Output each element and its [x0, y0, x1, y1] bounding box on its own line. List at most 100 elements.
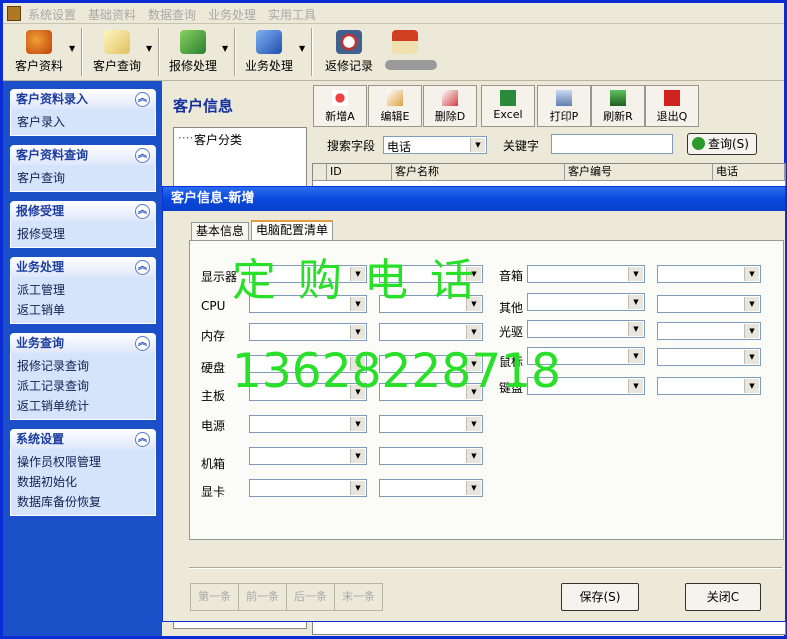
- tab-pc-config[interactable]: 电脑配置清单: [251, 220, 334, 241]
- grid-header-name[interactable]: 客户名称: [392, 164, 565, 181]
- chevron-down-icon[interactable]: ▼: [744, 267, 759, 281]
- sidebar-item-dispatch[interactable]: 派工管理: [17, 280, 155, 300]
- edit-button[interactable]: 编辑E: [368, 85, 422, 127]
- grid-header-phone[interactable]: 电话: [713, 164, 785, 181]
- motherboard-select-2[interactable]: ▼: [379, 383, 483, 401]
- grid-header-id[interactable]: ID: [327, 164, 392, 181]
- close-button[interactable]: 关闭C: [685, 583, 761, 611]
- optical-select-2[interactable]: ▼: [657, 322, 761, 340]
- psu-select-2[interactable]: ▼: [379, 415, 483, 433]
- collapse-icon[interactable]: ︽: [135, 148, 150, 163]
- chevron-down-icon[interactable]: ▼: [466, 357, 481, 371]
- chevron-down-icon[interactable]: ▼: [350, 417, 365, 431]
- refresh-button[interactable]: 刷新R: [591, 85, 645, 127]
- menu-data-query[interactable]: 数据查询: [148, 6, 196, 23]
- chevron-down-icon[interactable]: ▼: [744, 379, 759, 393]
- chevron-down-icon[interactable]: ▼: [466, 385, 481, 399]
- cpu-select-1[interactable]: ▼: [249, 295, 367, 313]
- collapse-icon[interactable]: ︽: [135, 260, 150, 275]
- chevron-down-icon[interactable]: ▼: [466, 481, 481, 495]
- chevron-down-icon[interactable]: ▼: [350, 267, 365, 281]
- panel-header[interactable]: 系统设置 ︽: [10, 429, 156, 449]
- collapse-icon[interactable]: ︽: [135, 92, 150, 107]
- chevron-down-icon[interactable]: ▼: [628, 322, 643, 336]
- chevron-down-icon[interactable]: ▼: [466, 449, 481, 463]
- menu-basic-data[interactable]: 基础资料: [88, 6, 136, 23]
- query-button[interactable]: 查询(S): [687, 133, 757, 155]
- sidebar-item-rework-stats[interactable]: 返工销单统计: [17, 396, 155, 416]
- panel-header[interactable]: 客户资料录入 ︽: [10, 89, 156, 109]
- collapse-icon[interactable]: ︽: [135, 204, 150, 219]
- case-select-1[interactable]: ▼: [249, 447, 367, 465]
- chevron-down-icon[interactable]: ▼: [222, 44, 228, 53]
- chevron-down-icon[interactable]: ▼: [350, 481, 365, 495]
- speaker-select-2[interactable]: ▼: [657, 265, 761, 283]
- search-field-select[interactable]: 电话 ▼: [383, 136, 487, 154]
- chevron-down-icon[interactable]: ▼: [350, 357, 365, 371]
- chevron-down-icon[interactable]: ▼: [350, 449, 365, 463]
- chevron-down-icon[interactable]: ▼: [466, 417, 481, 431]
- chevron-down-icon[interactable]: ▼: [466, 297, 481, 311]
- keyboard-select-2[interactable]: ▼: [657, 377, 761, 395]
- toolbar-customer-data-button[interactable]: 客户资料: [9, 28, 69, 78]
- mouse-select-2[interactable]: ▼: [657, 348, 761, 366]
- chevron-down-icon[interactable]: ▼: [299, 44, 305, 53]
- chevron-down-icon[interactable]: ▼: [628, 379, 643, 393]
- optical-select-1[interactable]: ▼: [527, 320, 645, 338]
- excel-button[interactable]: Excel: [481, 85, 535, 127]
- sidebar-item-db-backup[interactable]: 数据库备份恢复: [17, 492, 155, 512]
- collapse-icon[interactable]: ︽: [135, 336, 150, 351]
- toolbar-repair-button[interactable]: 报修处理: [163, 28, 223, 78]
- panel-header[interactable]: 业务处理 ︽: [10, 257, 156, 277]
- monitor-select-1[interactable]: ▼: [249, 265, 367, 283]
- chevron-down-icon[interactable]: ▼: [744, 297, 759, 311]
- toolbar-customer-query-button[interactable]: 客户查询: [87, 28, 147, 78]
- sidebar-item-customer-query[interactable]: 客户查询: [17, 168, 155, 188]
- case-select-2[interactable]: ▼: [379, 447, 483, 465]
- collapse-icon[interactable]: ︽: [135, 432, 150, 447]
- memory-select-1[interactable]: ▼: [249, 323, 367, 341]
- speaker-select-1[interactable]: ▼: [527, 265, 645, 283]
- tree-root-node[interactable]: 客户分类: [194, 131, 242, 148]
- cpu-select-2[interactable]: ▼: [379, 295, 483, 313]
- print-button[interactable]: 打印P: [537, 85, 591, 127]
- sidebar-item-rework[interactable]: 返工销单: [17, 300, 155, 320]
- gpu-select-1[interactable]: ▼: [249, 479, 367, 497]
- chevron-down-icon[interactable]: ▼: [350, 325, 365, 339]
- menu-system-settings[interactable]: 系统设置: [28, 6, 76, 23]
- add-button[interactable]: 新增A: [313, 85, 367, 127]
- panel-header[interactable]: 业务查询 ︽: [10, 333, 156, 353]
- next-record-button[interactable]: 后一条: [286, 583, 335, 611]
- gpu-select-2[interactable]: ▼: [379, 479, 483, 497]
- last-record-button[interactable]: 末一条: [334, 583, 383, 611]
- tab-basic-info[interactable]: 基本信息: [191, 222, 250, 240]
- save-button[interactable]: 保存(S): [561, 583, 639, 611]
- harddisk-select-1[interactable]: ▼: [249, 355, 367, 373]
- sidebar-item-permissions[interactable]: 操作员权限管理: [17, 452, 155, 472]
- exit-button[interactable]: 退出Q: [645, 85, 699, 127]
- delete-button[interactable]: 删除D: [423, 85, 477, 127]
- mouse-select-1[interactable]: ▼: [527, 347, 645, 365]
- chevron-down-icon[interactable]: ▼: [466, 267, 481, 281]
- chevron-down-icon[interactable]: ▼: [628, 295, 643, 309]
- other-select-2[interactable]: ▼: [657, 295, 761, 313]
- motherboard-select-1[interactable]: ▼: [249, 383, 367, 401]
- chevron-down-icon[interactable]: ▼: [466, 325, 481, 339]
- menu-tools[interactable]: 实用工具: [268, 6, 316, 23]
- chevron-down-icon[interactable]: ▼: [744, 350, 759, 364]
- chevron-down-icon[interactable]: ▼: [628, 349, 643, 363]
- menu-business[interactable]: 业务处理: [208, 6, 256, 23]
- grid-header-code[interactable]: 客户编号: [565, 164, 713, 181]
- chevron-down-icon[interactable]: ▼: [628, 267, 643, 281]
- monitor-select-2[interactable]: ▼: [379, 265, 483, 283]
- toolbar-home-button[interactable]: [385, 28, 437, 78]
- chevron-down-icon[interactable]: ▼: [350, 385, 365, 399]
- sidebar-item-customer-entry[interactable]: 客户录入: [17, 112, 155, 132]
- toolbar-return-record-button[interactable]: 返修记录: [321, 28, 377, 78]
- sidebar-item-dispatch-records[interactable]: 派工记录查询: [17, 376, 155, 396]
- psu-select-1[interactable]: ▼: [249, 415, 367, 433]
- panel-header[interactable]: 报修受理 ︽: [10, 201, 156, 221]
- other-select-1[interactable]: ▼: [527, 293, 645, 311]
- chevron-down-icon[interactable]: ▼: [350, 297, 365, 311]
- panel-header[interactable]: 客户资料查询 ︽: [10, 145, 156, 165]
